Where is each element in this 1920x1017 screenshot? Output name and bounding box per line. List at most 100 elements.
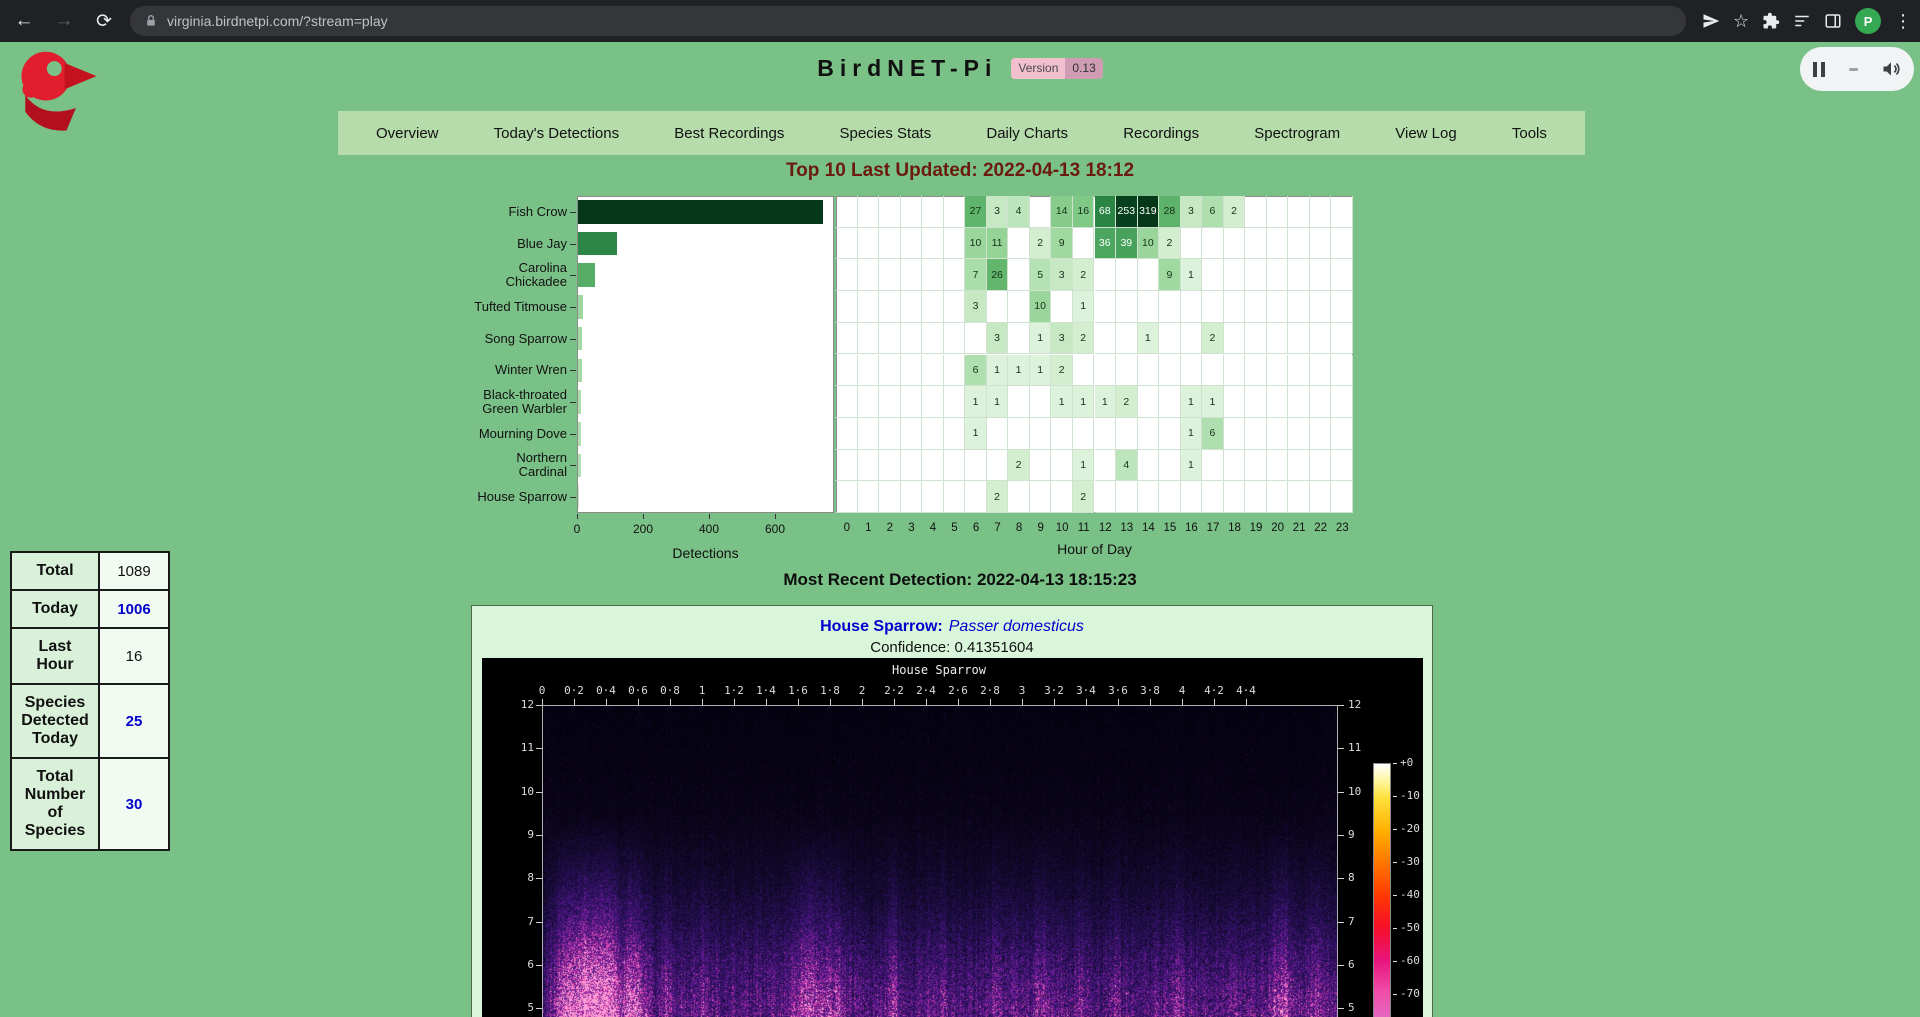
heatmap-cell: [1288, 228, 1310, 260]
heatmap-cell: [1331, 323, 1353, 355]
extensions-icon[interactable]: [1762, 12, 1780, 30]
spec-x-tick-label: 0·8: [654, 684, 686, 697]
species-label: Song Sparrow: [467, 323, 567, 355]
bar: [578, 359, 582, 383]
spec-x-tick-label: 2·6: [942, 684, 974, 697]
reload-icon[interactable]: ⟳: [88, 5, 120, 37]
hour-tick-label: 16: [1179, 522, 1203, 534]
spectrogram-canvas: [542, 705, 1338, 1017]
hour-tick-label: 12: [1093, 522, 1117, 534]
heatmap-cell: [1310, 196, 1332, 228]
heatmap-cell: [922, 418, 944, 450]
side-panel-icon[interactable]: [1824, 12, 1842, 30]
audio-player[interactable]: [1800, 47, 1914, 91]
bar: [578, 232, 617, 256]
heatmap-cell: 2: [1073, 481, 1095, 513]
heatmap-cell: [1030, 386, 1052, 418]
heatmap-cell: 7: [965, 259, 987, 291]
heatmap-cell: [1288, 450, 1310, 482]
spec-y-tick: [536, 965, 542, 966]
stats-row: Species Detected Today25: [11, 684, 169, 758]
spec-x-tick: [990, 699, 991, 705]
heatmap-cell: [1288, 418, 1310, 450]
spec-colorbar: [1373, 763, 1391, 1017]
heatmap-cell: [1202, 450, 1224, 482]
bookmark-star-icon[interactable]: ☆: [1733, 12, 1749, 30]
heatmap-cell: [1202, 355, 1224, 387]
heatmap-cell: [836, 259, 858, 291]
spec-db-tick-label: -70: [1400, 987, 1434, 1000]
spec-y-tick: [536, 792, 542, 793]
stats-value-link[interactable]: 30: [126, 796, 143, 813]
menu-icon[interactable]: ⋮: [1894, 12, 1912, 30]
stats-value-link[interactable]: 1006: [117, 601, 150, 618]
spec-x-tick-label: 4: [1166, 684, 1198, 697]
heatmap-cell: 1: [1095, 386, 1117, 418]
detection-species-link[interactable]: House Sparrow:: [820, 618, 943, 635]
heatmap-cell: 2: [1159, 228, 1181, 260]
stats-row: Last Hour16: [11, 628, 169, 684]
stats-label: Last Hour: [11, 628, 99, 684]
heatmap-cell: 1: [1138, 323, 1160, 355]
y-tick: [570, 497, 576, 498]
address-bar[interactable]: virginia.birdnetpi.com/?stream=play: [130, 6, 1686, 36]
heatmap-cell: [1245, 323, 1267, 355]
bar: [578, 485, 579, 509]
heatmap-cell: [858, 228, 880, 260]
spec-x-tick: [1246, 699, 1247, 705]
heatmap-cell: 1: [1030, 355, 1052, 387]
heatmap-cell: 28: [1159, 196, 1181, 228]
spec-frequency-axis-label: Frequency (kHz): [494, 705, 508, 1017]
player-time-dash: [1849, 68, 1858, 71]
spec-y-tick-label: 9: [504, 828, 534, 841]
heatmap-cell: 10: [1030, 291, 1052, 323]
heatmap-cell: 1: [965, 418, 987, 450]
heatmap-cell: 1: [1051, 386, 1073, 418]
heatmap-cell: [1159, 323, 1181, 355]
spec-x-tick: [1182, 699, 1183, 705]
heatmap-cell: [1095, 450, 1117, 482]
heatmap-cell: [1073, 228, 1095, 260]
spec-x-tick-label: 1·6: [782, 684, 814, 697]
spec-y-tick: [1338, 835, 1344, 836]
species-label: Blue Jay: [467, 228, 567, 260]
stats-value-link[interactable]: 25: [126, 713, 143, 730]
spec-x-tick: [1150, 699, 1151, 705]
spec-y-tick: [1338, 1008, 1344, 1009]
stats-row: Total1089: [11, 552, 169, 590]
lock-icon: [144, 14, 158, 28]
heatmap-cell: [1138, 418, 1160, 450]
forward-icon[interactable]: →: [48, 5, 80, 37]
heatmap-cell: [1073, 355, 1095, 387]
send-icon[interactable]: [1702, 12, 1720, 30]
profile-avatar[interactable]: P: [1855, 8, 1881, 34]
detection-title: House Sparrow: Passer domesticus: [472, 618, 1432, 636]
spec-x-tick-label: 1·4: [750, 684, 782, 697]
stats-row: Total Number of Species30: [11, 758, 169, 850]
heatmap-cell: [1138, 450, 1160, 482]
heatmap-cell: 6: [1202, 196, 1224, 228]
hour-tick-label: 9: [1029, 522, 1053, 534]
heatmap-cell: [1159, 481, 1181, 513]
back-icon[interactable]: ←: [8, 5, 40, 37]
heatmap-cell: 9: [1051, 228, 1073, 260]
heatmap-cell: [858, 355, 880, 387]
detection-scientific-name[interactable]: Passer domesticus: [949, 618, 1084, 635]
spec-y-tick-label-right: 7: [1348, 915, 1376, 928]
hour-tick-label: 2: [878, 522, 902, 534]
pause-icon[interactable]: [1813, 62, 1825, 77]
heatmap-cell: [1331, 481, 1353, 513]
heatmap-cell: 10: [1138, 228, 1160, 260]
x-tick: [643, 514, 644, 519]
heatmap-cell: [1116, 291, 1138, 323]
spec-y-tick-label-right: 11: [1348, 741, 1376, 754]
heatmap-cell: [1288, 259, 1310, 291]
reading-list-icon[interactable]: [1793, 12, 1811, 30]
heatmap-cell: [1159, 450, 1181, 482]
volume-icon[interactable]: [1881, 59, 1901, 79]
stats-row: Today1006: [11, 590, 169, 628]
heatmap-cell: [836, 355, 858, 387]
species-label: Northern Cardinal: [467, 450, 567, 482]
spec-x-tick-label: 2·4: [910, 684, 942, 697]
heatmap-cell: [1202, 259, 1224, 291]
